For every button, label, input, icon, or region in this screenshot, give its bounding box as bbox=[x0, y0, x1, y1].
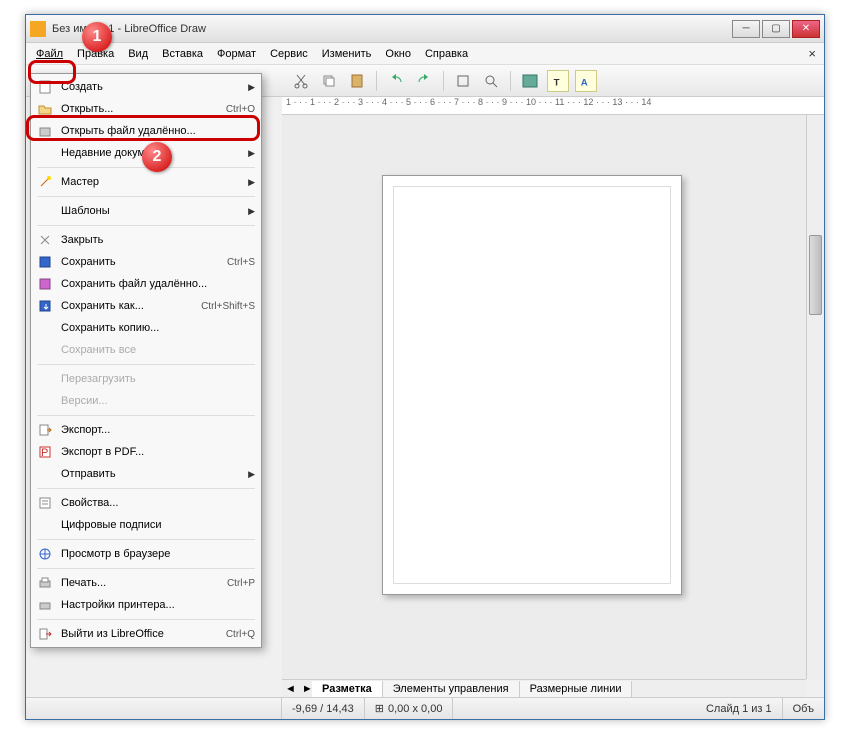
doc-icon bbox=[30, 21, 46, 37]
status-object: Объ bbox=[783, 698, 824, 719]
menu-item-versions: Версии... bbox=[31, 390, 261, 412]
paste-icon[interactable] bbox=[346, 70, 368, 92]
status-slide: Слайд 1 из 1 bbox=[696, 698, 783, 719]
chevron-right-icon: ▶ bbox=[248, 206, 255, 217]
menu-item-browser-view[interactable]: Просмотр в браузере bbox=[31, 543, 261, 565]
window-title: Без имени 1 - LibreOffice Draw bbox=[52, 23, 732, 35]
properties-icon bbox=[35, 495, 55, 511]
text-icon[interactable]: T bbox=[547, 70, 569, 92]
page-margins bbox=[393, 186, 671, 584]
callout-1-badge: 1 bbox=[82, 22, 112, 52]
page-canvas[interactable] bbox=[382, 175, 682, 595]
pdf-icon: P bbox=[35, 444, 55, 460]
zoom-icon[interactable] bbox=[480, 70, 502, 92]
tab-dimensions[interactable]: Размерные линии bbox=[520, 681, 633, 697]
menu-insert[interactable]: Вставка bbox=[156, 45, 209, 63]
menu-item-print[interactable]: Печать... Ctrl+P bbox=[31, 572, 261, 594]
cloud-open-icon bbox=[35, 123, 55, 139]
menu-item-printer-settings[interactable]: Настройки принтера... bbox=[31, 594, 261, 616]
svg-text:T: T bbox=[554, 77, 560, 88]
close-icon bbox=[35, 232, 55, 248]
menu-item-open[interactable]: Открыть... Ctrl+O bbox=[31, 98, 261, 120]
status-coords: -9,69 / 14,43 bbox=[282, 698, 365, 719]
exit-icon bbox=[35, 626, 55, 642]
tab-layout[interactable]: Разметка bbox=[312, 681, 383, 697]
menu-item-save[interactable]: Сохранить Ctrl+S bbox=[31, 251, 261, 273]
save-icon bbox=[35, 254, 55, 270]
undo-icon[interactable] bbox=[385, 70, 407, 92]
menu-item-signatures[interactable]: Цифровые подписи bbox=[31, 514, 261, 536]
menu-item-export-pdf[interactable]: P Экспорт в PDF... bbox=[31, 441, 261, 463]
vertical-scrollbar[interactable] bbox=[806, 115, 824, 679]
app-window: Без имени 1 - LibreOffice Draw ─ ▢ ✕ Фай… bbox=[25, 14, 825, 720]
printer-icon bbox=[35, 575, 55, 591]
blank-doc-icon bbox=[35, 79, 55, 95]
bottom-tabs: ◄► Разметка Элементы управления Размерны… bbox=[282, 679, 806, 697]
menu-item-save-remote[interactable]: Сохранить файл удалённо... bbox=[31, 273, 261, 295]
close-button[interactable]: ✕ bbox=[792, 20, 820, 38]
menu-format[interactable]: Формат bbox=[211, 45, 262, 63]
menu-view[interactable]: Вид bbox=[122, 45, 154, 63]
status-size: ⊞0,00 x 0,00 bbox=[365, 698, 454, 719]
menubar: Файл Правка Вид Вставка Формат Сервис Из… bbox=[26, 43, 824, 65]
close-document-button[interactable]: × bbox=[804, 46, 820, 61]
printer-settings-icon bbox=[35, 597, 55, 613]
menu-item-send[interactable]: Отправить ▶ bbox=[31, 463, 261, 485]
menu-file[interactable]: Файл bbox=[30, 45, 69, 63]
menu-item-close[interactable]: Закрыть bbox=[31, 229, 261, 251]
cut-icon[interactable] bbox=[290, 70, 312, 92]
scrollbar-thumb[interactable] bbox=[809, 235, 822, 315]
chevron-right-icon: ▶ bbox=[248, 82, 255, 93]
menu-tools[interactable]: Сервис bbox=[264, 45, 314, 63]
fontwork-icon[interactable]: A bbox=[575, 70, 597, 92]
menu-item-export[interactable]: Экспорт... bbox=[31, 419, 261, 441]
redo-icon[interactable] bbox=[413, 70, 435, 92]
menu-item-reload: Перезагрузить bbox=[31, 368, 261, 390]
menu-item-create[interactable]: Создать ▶ bbox=[31, 76, 261, 98]
chevron-right-icon: ▶ bbox=[248, 177, 255, 188]
horizontal-ruler: 1 · · · 1 · · · 2 · · · 3 · · · 4 · · · … bbox=[282, 97, 824, 115]
callout-2-badge: 2 bbox=[142, 142, 172, 172]
menu-item-open-remote[interactable]: Открыть файл удалённо... bbox=[31, 120, 261, 142]
save-as-icon bbox=[35, 298, 55, 314]
globe-icon bbox=[35, 546, 55, 562]
statusbar: -9,69 / 14,43 ⊞0,00 x 0,00 Слайд 1 из 1 … bbox=[26, 697, 824, 719]
menu-item-wizard[interactable]: Мастер ▶ bbox=[31, 171, 261, 193]
canvas-area[interactable] bbox=[282, 115, 824, 679]
chevron-right-icon: ▶ bbox=[248, 148, 255, 159]
menu-modify[interactable]: Изменить bbox=[316, 45, 378, 63]
menu-help[interactable]: Справка bbox=[419, 45, 474, 63]
menu-item-save-all: Сохранить все bbox=[31, 339, 261, 361]
image-icon[interactable] bbox=[519, 70, 541, 92]
menu-item-save-copy[interactable]: Сохранить копию... bbox=[31, 317, 261, 339]
menu-item-properties[interactable]: Свойства... bbox=[31, 492, 261, 514]
folder-open-icon bbox=[35, 101, 55, 117]
export-icon bbox=[35, 422, 55, 438]
menu-item-exit[interactable]: Выйти из LibreOffice Ctrl+Q bbox=[31, 623, 261, 645]
chevron-right-icon: ▶ bbox=[248, 469, 255, 480]
maximize-button[interactable]: ▢ bbox=[762, 20, 790, 38]
minimize-button[interactable]: ─ bbox=[732, 20, 760, 38]
tab-controls[interactable]: Элементы управления bbox=[383, 681, 520, 697]
svg-text:A: A bbox=[581, 77, 588, 88]
menu-item-save-as[interactable]: Сохранить как... Ctrl+Shift+S bbox=[31, 295, 261, 317]
svg-text:P: P bbox=[41, 447, 48, 459]
save-remote-icon bbox=[35, 276, 55, 292]
menu-window[interactable]: Окно bbox=[379, 45, 417, 63]
wizard-icon bbox=[35, 174, 55, 190]
titlebar: Без имени 1 - LibreOffice Draw ─ ▢ ✕ bbox=[26, 15, 824, 43]
menu-item-templates[interactable]: Шаблоны ▶ bbox=[31, 200, 261, 222]
crop-icon[interactable] bbox=[452, 70, 474, 92]
copy-icon[interactable] bbox=[318, 70, 340, 92]
